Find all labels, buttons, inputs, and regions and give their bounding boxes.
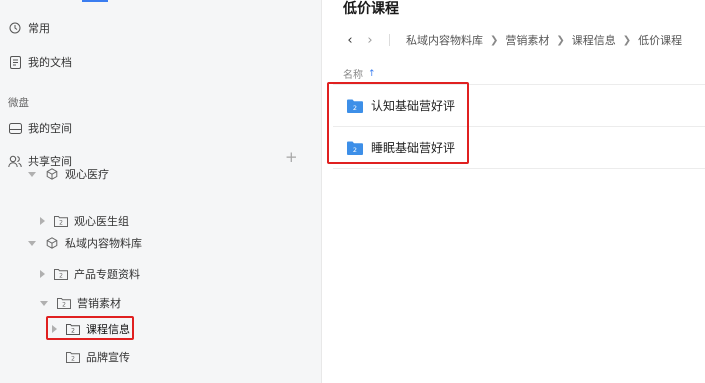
sidebar-item-recent[interactable]: 常用 xyxy=(8,17,50,39)
cube-icon xyxy=(45,167,59,181)
expand-arrow-icon[interactable] xyxy=(28,240,36,246)
svg-text:2: 2 xyxy=(71,356,75,363)
sidebar-item-my-docs[interactable]: 我的文档 xyxy=(8,51,72,73)
sort-arrow-icon[interactable]: ↑ xyxy=(368,69,376,79)
expand-arrow-icon[interactable] xyxy=(40,300,48,306)
chevron-right-icon: ❯ xyxy=(556,34,565,46)
expand-arrow-icon[interactable] xyxy=(28,171,36,177)
hard-drive-icon xyxy=(8,121,22,135)
shared-folder-outline-icon: 2 xyxy=(54,214,68,228)
navigation-bar: ‹ › 私域内容物料库 ❯ 营销素材 ❯ 课程信息 ❯ 低价课程 xyxy=(343,32,682,48)
forward-arrow-icon[interactable]: › xyxy=(363,33,377,48)
sidebar-item-label: 我的文档 xyxy=(28,56,72,69)
breadcrumb-item[interactable]: 营销素材 xyxy=(505,32,549,48)
tree-item-label: 品牌宣传 xyxy=(86,351,130,364)
chevron-right-icon: ❯ xyxy=(622,34,632,46)
tree-item-marketing[interactable]: 2 营销素材 xyxy=(40,292,121,314)
add-shared-space-button[interactable]: + xyxy=(285,150,298,165)
svg-text:2: 2 xyxy=(59,273,63,280)
cube-icon xyxy=(45,236,59,250)
column-header-name[interactable]: 名称 ↑ xyxy=(343,66,376,82)
tree-item-label: 观心医生组 xyxy=(74,215,129,228)
chevron-right-icon: ❯ xyxy=(490,34,499,46)
tree-item-product-materials[interactable]: 2 产品专题资料 xyxy=(40,263,140,285)
tree-item-label: 私域内容物料库 xyxy=(65,237,142,250)
highlight-box-files xyxy=(327,82,469,164)
tree-item-guanxin-doctors[interactable]: 2 观心医生组 xyxy=(40,210,129,232)
active-tab-indicator xyxy=(82,0,108,2)
shared-folder-outline-icon: 2 xyxy=(54,267,68,281)
svg-text:2: 2 xyxy=(62,302,66,309)
page-title: 低价课程 xyxy=(343,1,399,17)
shared-folder-outline-icon: 2 xyxy=(57,296,71,310)
clock-icon xyxy=(8,21,22,35)
shared-folder-outline-icon: 2 xyxy=(66,350,80,364)
main-panel: 低价课程 ‹ › 私域内容物料库 ❯ 营销素材 ❯ 课程信息 ❯ 低价课程 名称… xyxy=(323,0,705,383)
tree-item-brand[interactable]: 2 品牌宣传 xyxy=(66,346,130,368)
breadcrumb-item[interactable]: 私域内容物料库 xyxy=(406,32,483,48)
tree-item-label: 产品专题资料 xyxy=(74,268,140,281)
svg-text:2: 2 xyxy=(59,220,63,227)
breadcrumb-item[interactable]: 课程信息 xyxy=(572,32,616,48)
breadcrumb-item-current: 低价课程 xyxy=(638,34,683,47)
sidebar-item-label: 常用 xyxy=(28,22,50,35)
tree-item-private-library[interactable]: 私域内容物料库 xyxy=(28,232,142,254)
nav-divider xyxy=(389,34,390,46)
tree-item-guanxin-medical[interactable]: 观心医疗 xyxy=(28,163,109,185)
sidebar-item-label: 我的空间 xyxy=(28,122,72,135)
back-arrow-icon[interactable]: ‹ xyxy=(343,33,357,48)
row-divider xyxy=(333,168,705,169)
users-icon xyxy=(8,154,22,168)
expand-arrow-icon[interactable] xyxy=(40,270,45,278)
sidebar-item-my-space[interactable]: 我的空间 xyxy=(8,117,72,139)
column-header-label: 名称 xyxy=(343,70,363,81)
tree-item-label: 营销素材 xyxy=(77,297,121,310)
highlight-box-sidebar xyxy=(46,316,134,340)
sidebar: 常用 我的文档 微盘 我的空间 共享空间 + 观心医疗 2 观心医生组 私域内容… xyxy=(0,0,322,383)
section-label-weipan: 微盘 xyxy=(8,97,29,109)
document-icon xyxy=(8,55,22,69)
tree-item-label: 观心医疗 xyxy=(65,168,109,181)
expand-arrow-icon[interactable] xyxy=(40,217,45,225)
